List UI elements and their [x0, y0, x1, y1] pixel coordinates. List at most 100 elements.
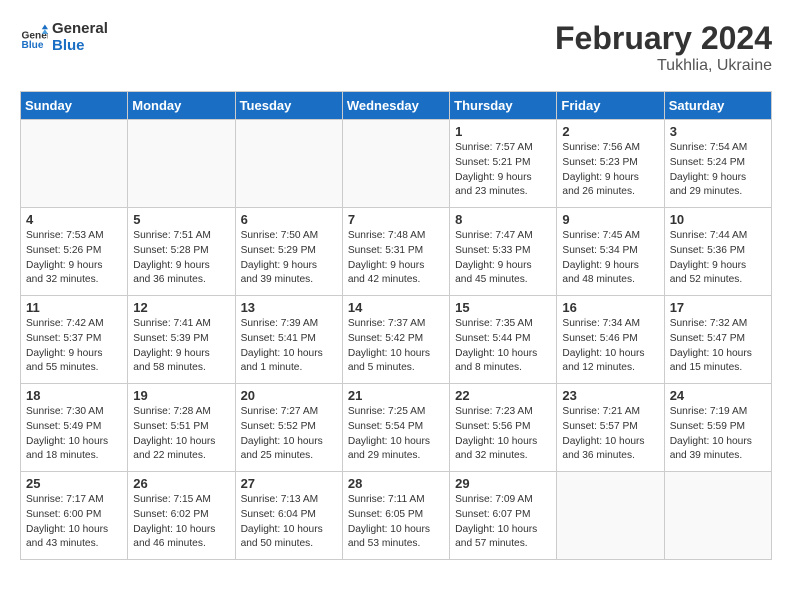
weekday-header-sunday: Sunday	[21, 92, 128, 120]
day-number: 18	[26, 388, 122, 403]
calendar-table: SundayMondayTuesdayWednesdayThursdayFrid…	[20, 91, 772, 560]
calendar-day-1-7: 3 Sunrise: 7:54 AM Sunset: 5:24 PM Daylig…	[664, 120, 771, 208]
day-info: Sunrise: 7:13 AM Sunset: 6:04 PM Dayligh…	[241, 493, 337, 552]
calendar-week-1: 1Sunrise: 7:57 AM Sunset: 5:21 PM Daylig…	[21, 120, 772, 208]
day-info: Sunrise: 7:27 AM Sunset: 5:52 PM Dayligh…	[241, 405, 337, 464]
day-number: 17	[670, 300, 766, 315]
day-info: Sunrise: 7:53 AM Sunset: 5:26 PM Dayligh…	[26, 229, 122, 288]
calendar-day-4-4: 21 Sunrise: 7:25 AM Sunset: 5:54 PM Dayli…	[342, 384, 449, 472]
weekday-header-wednesday: Wednesday	[342, 92, 449, 120]
day-info: Sunrise: 7:48 AM Sunset: 5:31 PM Dayligh…	[348, 229, 444, 288]
day-number: 2	[562, 124, 658, 139]
day-info: Sunrise: 7:32 AM Sunset: 5:47 PM Dayligh…	[670, 317, 766, 376]
day-info: Sunrise: 7:42 AM Sunset: 5:37 PM Dayligh…	[26, 317, 122, 376]
logo: General Blue General Blue	[20, 20, 108, 54]
day-info: Sunrise: 7:23 AM Sunset: 5:56 PM Dayligh…	[455, 405, 551, 464]
weekday-header-row: SundayMondayTuesdayWednesdayThursdayFrid…	[21, 92, 772, 120]
calendar-day-2-6: 9 Sunrise: 7:45 AM Sunset: 5:34 PM Daylig…	[557, 208, 664, 296]
weekday-header-saturday: Saturday	[664, 92, 771, 120]
weekday-header-monday: Monday	[128, 92, 235, 120]
day-number: 22	[455, 388, 551, 403]
day-number: 29	[455, 476, 551, 491]
day-number: 24	[670, 388, 766, 403]
day-info: Sunrise: 7:34 AM Sunset: 5:46 PM Dayligh…	[562, 317, 658, 376]
day-info: Sunrise: 7:28 AM Sunset: 5:51 PM Dayligh…	[133, 405, 229, 464]
calendar-day-3-4: 14 Sunrise: 7:37 AM Sunset: 5:42 PM Dayli…	[342, 296, 449, 384]
day-number: 13	[241, 300, 337, 315]
day-info: Sunrise: 7:21 AM Sunset: 5:57 PM Dayligh…	[562, 405, 658, 464]
calendar-day-3-7: 17 Sunrise: 7:32 AM Sunset: 5:47 PM Dayli…	[664, 296, 771, 384]
calendar-day-4-5: 22 Sunrise: 7:23 AM Sunset: 5:56 PM Dayli…	[450, 384, 557, 472]
calendar-week-2: 4 Sunrise: 7:53 AM Sunset: 5:26 PM Daylig…	[21, 208, 772, 296]
calendar-day-5-5: 29 Sunrise: 7:09 AM Sunset: 6:07 PM Dayli…	[450, 472, 557, 560]
weekday-header-tuesday: Tuesday	[235, 92, 342, 120]
day-info: Sunrise: 7:15 AM Sunset: 6:02 PM Dayligh…	[133, 493, 229, 552]
day-info: Sunrise: 7:37 AM Sunset: 5:42 PM Dayligh…	[348, 317, 444, 376]
logo-blue: Blue	[52, 37, 108, 54]
calendar-day-1-3	[235, 120, 342, 208]
day-info: Sunrise: 7:50 AM Sunset: 5:29 PM Dayligh…	[241, 229, 337, 288]
day-number: 20	[241, 388, 337, 403]
day-number: 14	[348, 300, 444, 315]
day-info: Sunrise: 7:45 AM Sunset: 5:34 PM Dayligh…	[562, 229, 658, 288]
day-number: 28	[348, 476, 444, 491]
day-number: 12	[133, 300, 229, 315]
calendar-day-5-1: 25 Sunrise: 7:17 AM Sunset: 6:00 PM Dayli…	[21, 472, 128, 560]
calendar-day-3-3: 13 Sunrise: 7:39 AM Sunset: 5:41 PM Dayli…	[235, 296, 342, 384]
day-number: 23	[562, 388, 658, 403]
logo-icon: General Blue	[20, 23, 48, 51]
calendar-day-1-1	[21, 120, 128, 208]
day-number: 6	[241, 212, 337, 227]
calendar-week-4: 18Sunrise: 7:30 AM Sunset: 5:49 PM Dayli…	[21, 384, 772, 472]
day-number: 10	[670, 212, 766, 227]
day-info: Sunrise: 7:19 AM Sunset: 5:59 PM Dayligh…	[670, 405, 766, 464]
weekday-header-thursday: Thursday	[450, 92, 557, 120]
calendar-day-5-3: 27 Sunrise: 7:13 AM Sunset: 6:04 PM Dayli…	[235, 472, 342, 560]
day-info: Sunrise: 7:41 AM Sunset: 5:39 PM Dayligh…	[133, 317, 229, 376]
calendar-day-1-4	[342, 120, 449, 208]
day-number: 4	[26, 212, 122, 227]
calendar-day-2-5: 8Sunrise: 7:47 AM Sunset: 5:33 PM Daylig…	[450, 208, 557, 296]
day-info: Sunrise: 7:51 AM Sunset: 5:28 PM Dayligh…	[133, 229, 229, 288]
calendar-day-1-2	[128, 120, 235, 208]
calendar-day-5-6	[557, 472, 664, 560]
day-number: 19	[133, 388, 229, 403]
day-number: 9	[562, 212, 658, 227]
day-number: 26	[133, 476, 229, 491]
day-info: Sunrise: 7:47 AM Sunset: 5:33 PM Dayligh…	[455, 229, 551, 288]
day-info: Sunrise: 7:44 AM Sunset: 5:36 PM Dayligh…	[670, 229, 766, 288]
day-number: 5	[133, 212, 229, 227]
calendar-day-4-1: 18Sunrise: 7:30 AM Sunset: 5:49 PM Dayli…	[21, 384, 128, 472]
calendar-day-1-6: 2Sunrise: 7:56 AM Sunset: 5:23 PM Daylig…	[557, 120, 664, 208]
day-number: 15	[455, 300, 551, 315]
logo-general: General	[52, 20, 108, 37]
day-number: 25	[26, 476, 122, 491]
day-number: 21	[348, 388, 444, 403]
calendar-subtitle: Tukhlia, Ukraine	[555, 57, 772, 75]
day-number: 1	[455, 124, 551, 139]
calendar-day-4-3: 20 Sunrise: 7:27 AM Sunset: 5:52 PM Dayli…	[235, 384, 342, 472]
calendar-day-5-7	[664, 472, 771, 560]
calendar-day-3-5: 15 Sunrise: 7:35 AM Sunset: 5:44 PM Dayli…	[450, 296, 557, 384]
day-info: Sunrise: 7:25 AM Sunset: 5:54 PM Dayligh…	[348, 405, 444, 464]
calendar-title: February 2024	[555, 20, 772, 57]
day-info: Sunrise: 7:39 AM Sunset: 5:41 PM Dayligh…	[241, 317, 337, 376]
calendar-day-2-7: 10 Sunrise: 7:44 AM Sunset: 5:36 PM Dayli…	[664, 208, 771, 296]
calendar-day-4-7: 24 Sunrise: 7:19 AM Sunset: 5:59 PM Dayli…	[664, 384, 771, 472]
svg-text:Blue: Blue	[22, 40, 44, 51]
day-info: Sunrise: 7:35 AM Sunset: 5:44 PM Dayligh…	[455, 317, 551, 376]
day-info: Sunrise: 7:54 AM Sunset: 5:24 PM Dayligh…	[670, 141, 766, 200]
day-info: Sunrise: 7:11 AM Sunset: 6:05 PM Dayligh…	[348, 493, 444, 552]
calendar-day-5-4: 28 Sunrise: 7:11 AM Sunset: 6:05 PM Dayli…	[342, 472, 449, 560]
calendar-day-4-2: 19 Sunrise: 7:28 AM Sunset: 5:51 PM Dayli…	[128, 384, 235, 472]
day-number: 27	[241, 476, 337, 491]
day-info: Sunrise: 7:09 AM Sunset: 6:07 PM Dayligh…	[455, 493, 551, 552]
title-area: February 2024 Tukhlia, Ukraine	[555, 20, 772, 75]
calendar-day-2-3: 6 Sunrise: 7:50 AM Sunset: 5:29 PM Daylig…	[235, 208, 342, 296]
day-info: Sunrise: 7:17 AM Sunset: 6:00 PM Dayligh…	[26, 493, 122, 552]
day-number: 16	[562, 300, 658, 315]
calendar-day-2-1: 4 Sunrise: 7:53 AM Sunset: 5:26 PM Daylig…	[21, 208, 128, 296]
calendar-day-1-5: 1Sunrise: 7:57 AM Sunset: 5:21 PM Daylig…	[450, 120, 557, 208]
day-number: 3	[670, 124, 766, 139]
calendar-day-5-2: 26 Sunrise: 7:15 AM Sunset: 6:02 PM Dayli…	[128, 472, 235, 560]
